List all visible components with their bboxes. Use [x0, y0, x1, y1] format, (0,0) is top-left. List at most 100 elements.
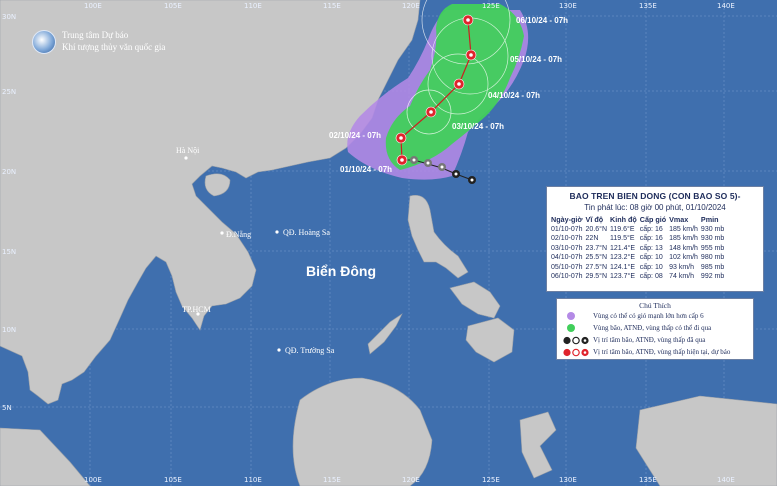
past-position-icon [452, 170, 460, 178]
legend-item: Vùng có thể có gió mạnh lớn hơn cấp 6 [557, 311, 753, 322]
lon-tick: 135E [639, 2, 657, 10]
cell-time: 02/10-07h [551, 235, 583, 243]
cell-lat: 29.5°N [585, 273, 608, 281]
lon-tick: 120E [402, 476, 420, 484]
place-hoangsa: QĐ. Hoàng Sa [283, 228, 330, 237]
storm-info-panel: BAO TREN BIEN DONG (CON BAO SO 5)- Tin p… [546, 186, 764, 292]
land-new-guinea [635, 395, 777, 486]
lon-tick: 110E [244, 2, 262, 10]
cell-time: 06/10-07h [551, 273, 583, 281]
panel-issued-time: Tin phát lúc: 08 giờ 00 phút, 01/10/2024 [584, 203, 726, 212]
column-header: Vmax [669, 215, 689, 224]
date-label: 01/10/24 - 07h [340, 165, 392, 174]
table-row: 04/10-07h 25.5°N 123.2°E cấp: 10 102 km/… [551, 253, 727, 262]
cell-pmin: 930 mb [700, 226, 725, 233]
city-dot [184, 156, 188, 160]
cell-level: cấp: 10 [639, 254, 663, 262]
sea-name-label: Biển Đông [306, 263, 376, 279]
cell-pmin: 985 mb [700, 263, 725, 271]
cell-lat: 20.6°N [585, 226, 608, 233]
place-hcm: TP.HCM [182, 305, 211, 314]
cone-swatch-icon [563, 324, 591, 333]
date-label: 03/10/24 - 07h [452, 122, 504, 131]
cell-lon: 124.1°E [610, 263, 636, 271]
lon-tick: 115E [323, 2, 341, 10]
cell-lon: 119.6°E [610, 226, 635, 233]
cell-level: cấp: 16 [639, 235, 663, 243]
cell-vmax: 74 km/h [669, 273, 695, 281]
lat-tick: 30N [2, 13, 16, 21]
lon-tick: 125E [482, 476, 500, 484]
cell-vmax: 102 km/h [669, 254, 698, 262]
forecast-position-icon [453, 78, 465, 90]
cell-lon: 123.7°E [610, 273, 636, 281]
island-dot [275, 230, 279, 234]
legend-item-label: Vị trí tâm bão, ATNĐ, vùng thấp đã qua [593, 336, 706, 344]
cell-level: cấp: 13 [639, 244, 663, 252]
table-row: 02/10-07h 22N 119.5°E cấp: 16 185 km/h 9… [551, 234, 727, 243]
forecast-position-icon [462, 14, 474, 26]
cell-time: 01/10-07h [551, 226, 583, 233]
lat-tick: 10N [2, 326, 16, 334]
legend-panel: Chú Thích Vùng có thể có gió mạnh lớn hơ… [556, 298, 754, 360]
cell-time: 05/10-07h [551, 263, 583, 271]
cell-lon: 123.2°E [610, 254, 636, 262]
past-position-legend-icon [563, 336, 591, 345]
lon-tick: 135E [639, 476, 657, 484]
cell-level: cấp: 16 [639, 226, 663, 233]
lon-tick: 125E [482, 2, 500, 10]
organization-header: Trung tâm Dự báo Khí tượng thủy văn quốc… [30, 28, 210, 58]
lon-tick: 140E [717, 2, 735, 10]
date-label: 06/10/24 - 07h [516, 16, 568, 25]
past-position-icon [468, 176, 476, 184]
wind-zone-swatch-icon [563, 312, 591, 321]
cell-lat: 22N [585, 235, 599, 243]
cell-vmax: 93 km/h [669, 263, 695, 271]
organization-name-line1: Trung tâm Dự báo [62, 30, 129, 40]
lat-tick: 15N [2, 248, 16, 256]
legend-item-label: Vùng có thể có gió mạnh lớn hơn cấp 6 [593, 312, 704, 320]
place-truongsa: QĐ. Trường Sa [285, 346, 335, 355]
cell-lat: 25.5°N [585, 254, 608, 262]
legend-title: Chú Thích [639, 301, 671, 310]
lon-tick: 130E [559, 2, 577, 10]
column-header: Kinh độ [610, 215, 637, 224]
cell-vmax: 185 km/h [669, 226, 698, 233]
column-header: Vĩ độ [585, 215, 604, 224]
legend-item-label: Vị trí tâm bão, ATNĐ, vùng thấp hiện tại… [593, 348, 731, 356]
organization-logo-icon [32, 30, 56, 54]
city-dot [220, 231, 224, 235]
place-danang: Đ.Nẵng [226, 230, 251, 239]
cell-lon: 121.4°E [610, 244, 636, 252]
legend-item-label: Vùng bão, ATNĐ, vùng thấp có thể đi qua [593, 324, 712, 332]
lat-tick: 5N [2, 404, 12, 412]
date-label: 02/10/24 - 07h [329, 131, 381, 140]
cell-time: 03/10-07h [551, 244, 583, 252]
lon-tick: 115E [323, 476, 341, 484]
cell-level: cấp: 08 [639, 273, 663, 281]
past-position-icon [438, 163, 446, 171]
legend-item: Vùng bão, ATNĐ, vùng thấp có thể đi qua [557, 323, 753, 334]
table-row: 06/10-07h 29.5°N 123.7°E cấp: 08 74 km/h… [551, 272, 727, 281]
panel-title: BAO TREN BIEN DONG (CON BAO SO 5)- [569, 191, 741, 201]
forecast-position-icon [425, 106, 437, 118]
current-position-icon [396, 154, 408, 166]
lon-tick: 100E [84, 476, 102, 484]
lat-tick: 20N [2, 168, 16, 176]
forecast-position-icon [395, 132, 407, 144]
cell-time: 04/10-07h [551, 254, 583, 262]
cell-lat: 27.5°N [585, 263, 608, 271]
date-label: 05/10/24 - 07h [510, 55, 562, 64]
table-row: 05/10-07h 27.5°N 124.1°E cấp: 10 93 km/h… [551, 263, 727, 272]
forecast-position-legend-icon [563, 348, 591, 357]
cell-pmin: 980 mb [700, 254, 725, 262]
table-row: 03/10-07h 23.7°N 121.4°E cấp: 13 148 km/… [551, 244, 727, 253]
column-header: Cấp gió [639, 215, 667, 224]
lat-tick: 25N [2, 88, 16, 96]
cell-pmin: 930 mb [700, 235, 725, 243]
legend-item: Vị trí tâm bão, ATNĐ, vùng thấp đã qua [557, 335, 753, 346]
lon-tick: 130E [559, 476, 577, 484]
column-header: Ngày-giờ [551, 215, 583, 224]
track-table-header: Ngày-giờ Vĩ độ Kinh độ Cấp gió Vmax Pmin [551, 215, 727, 225]
track-table: Ngày-giờ Vĩ độ Kinh độ Cấp gió Vmax Pmin… [551, 215, 727, 281]
